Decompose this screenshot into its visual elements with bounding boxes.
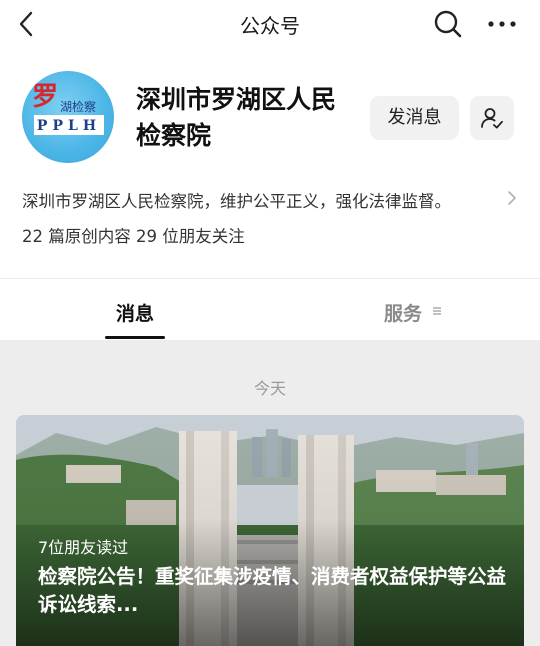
search-icon[interactable] <box>433 9 463 39</box>
top-bar: 公众号 <box>0 0 540 50</box>
user-check-icon <box>481 108 503 129</box>
logo-line2: PPLH <box>37 118 101 134</box>
tab-messages[interactable]: 消息 <box>105 299 165 326</box>
account-avatar[interactable]: 罗 湖检察 PPLH <box>22 71 114 163</box>
send-message-button[interactable]: 发消息 <box>370 96 459 140</box>
menu-lines-icon <box>433 307 441 315</box>
article-read-count: 7位朋友读过 <box>38 538 129 557</box>
message-feed: 今天 7位朋友读过 检察院公告！重奖征集涉疫情、消费者权益保护等公益诉讼线索..… <box>0 340 540 646</box>
more-horizontal-icon[interactable] <box>486 9 518 39</box>
follow-status-button[interactable] <box>470 96 514 140</box>
account-name: 深圳市罗湖区人民检察院 <box>136 85 337 150</box>
tab-services[interactable]: 服务 <box>384 299 422 326</box>
article-title[interactable]: 检察院公告！重奖征集涉疫情、消费者权益保护等公益诉讼线索... <box>38 563 518 619</box>
date-label: 今天 <box>253 379 286 398</box>
tab-active-indicator <box>105 336 165 339</box>
logo-big-char: 罗 <box>32 82 58 112</box>
account-description[interactable]: 深圳市罗湖区人民检察院，维护公平正义，强化法律监督。 <box>22 188 502 212</box>
logo-line1: 湖检察 <box>60 99 96 114</box>
chevron-right-icon[interactable] <box>505 188 519 208</box>
account-stats[interactable]: 22 篇原创内容 29 位朋友关注 <box>22 223 245 247</box>
article-card[interactable]: 7位朋友读过 检察院公告！重奖征集涉疫情、消费者权益保护等公益诉讼线索... <box>16 415 524 646</box>
tab-bar: 消息 服务 <box>0 278 540 340</box>
logo-image: 罗 湖检察 PPLH <box>32 82 104 135</box>
